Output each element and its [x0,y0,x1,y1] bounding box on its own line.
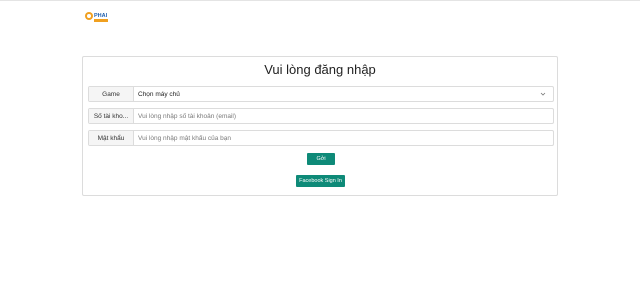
chevron-down-icon [540,92,546,96]
account-label: Số tài kho... [89,109,134,123]
password-field-wrap [134,131,553,145]
submit-button[interactable]: Gởi [307,153,335,165]
page-title: Vui lòng đăng nhập [264,62,376,77]
account-row: Số tài kho... [88,108,554,124]
game-label: Game [89,87,134,101]
password-input[interactable] [138,134,553,142]
server-select-value: Chọn máy chủ [138,90,180,98]
facebook-sign-in-button[interactable]: Facebook Sign In [296,175,345,187]
game-logo-icon[interactable]: PHAI [84,10,110,25]
password-row: Mật khẩu [88,130,554,146]
server-select[interactable]: Chọn máy chủ [134,87,553,101]
logo-text: PHAI [94,13,108,19]
server-select-row[interactable]: Game Chọn máy chủ [88,86,554,102]
login-card: Vui lòng đăng nhập Game Chọn máy chủ Số … [82,56,558,196]
account-field-wrap [134,109,553,123]
account-input[interactable] [138,112,553,120]
top-border [0,0,640,1]
password-label: Mật khẩu [89,131,134,145]
